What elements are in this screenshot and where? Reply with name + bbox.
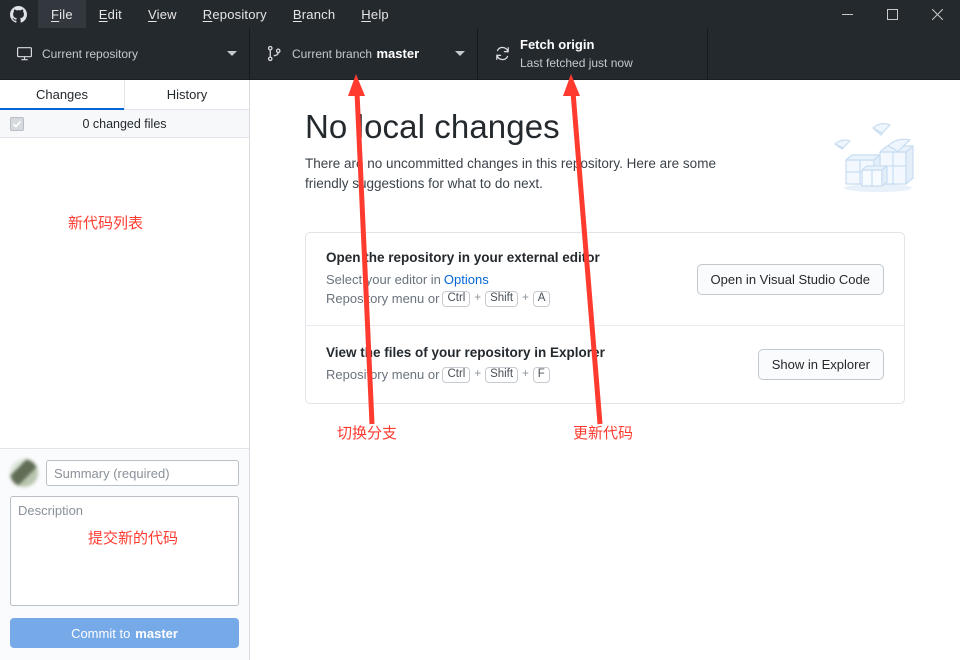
tab-history-label: History xyxy=(166,87,208,102)
commit-button[interactable]: Commit to master xyxy=(10,618,239,648)
page-subtitle: There are no uncommitted changes in this… xyxy=(305,156,716,191)
options-link[interactable]: Options xyxy=(444,270,489,289)
show-in-explorer-button[interactable]: Show in Explorer xyxy=(757,349,884,380)
suggestion-explorer-title: View the files of your repository in Exp… xyxy=(326,345,605,360)
key-plus: + xyxy=(522,368,529,380)
suggestion-explorer-text: View the files of your repository in Exp… xyxy=(326,345,758,384)
commit-button-prefix: Commit to xyxy=(71,625,131,641)
sidebar-tabs: Changes History xyxy=(0,80,249,110)
content-area: Changes History 0 changed files Summary … xyxy=(0,80,960,660)
window-controls xyxy=(825,0,960,28)
chevron-down-icon xyxy=(227,51,237,56)
key-plus: + xyxy=(522,292,529,304)
commit-description-input[interactable]: Description xyxy=(10,496,239,606)
suggestion-explorer-line2: Repository menu or Ctrl + Shift + F xyxy=(326,365,758,384)
key-f: F xyxy=(532,366,550,383)
current-branch-button[interactable]: Current branch master xyxy=(250,28,478,79)
commit-summary-row: Summary (required) xyxy=(10,459,239,487)
key-ctrl: Ctrl xyxy=(442,366,471,383)
commit-button-branch: master xyxy=(135,625,178,641)
key-plus: + xyxy=(474,368,482,380)
suggestion-editor-text: Open the repository in your external edi… xyxy=(326,250,697,308)
avatar xyxy=(10,459,38,487)
menu-item-repository[interactable]: Repository xyxy=(190,0,280,28)
suggestion-editor-title: Open the repository in your external edi… xyxy=(326,250,600,265)
menu-item-view[interactable]: View xyxy=(135,0,190,28)
github-octocat-icon xyxy=(0,0,36,28)
sync-refresh-icon xyxy=(490,45,514,62)
current-branch-label: Current branch xyxy=(292,46,373,61)
menu-item-file[interactable]: File xyxy=(38,0,86,28)
suggestion-explorer-line2-prefix: Repository menu or xyxy=(326,367,440,382)
key-plus: + xyxy=(474,292,482,304)
current-repository-label: Current repository xyxy=(42,46,139,61)
suggestion-editor-line2: Repository menu or Ctrl + Shift + A xyxy=(326,289,697,308)
page-title: No local changes xyxy=(305,108,560,145)
fetch-origin-label: Fetch origin xyxy=(520,36,595,52)
tab-history[interactable]: History xyxy=(124,80,249,109)
changed-files-header: 0 changed files xyxy=(0,110,249,138)
current-branch-value: master xyxy=(376,45,420,61)
select-all-checkbox[interactable] xyxy=(10,116,24,131)
suggestion-editor-line1: Select your editor in Options xyxy=(326,270,697,289)
suggestion-editor-line2-prefix: Repository menu or xyxy=(326,291,440,306)
maximize-icon[interactable] xyxy=(870,0,915,28)
suggestion-row-explorer: View the files of your repository in Exp… xyxy=(306,325,904,403)
menu-item-branch[interactable]: Branch xyxy=(280,0,348,28)
tab-changes[interactable]: Changes xyxy=(0,80,124,110)
menu-item-edit[interactable]: Edit xyxy=(86,0,135,28)
changed-files-list[interactable] xyxy=(0,138,249,448)
title-bar: File Edit View Repository Branch Help xyxy=(0,0,960,28)
desktop-repo-icon xyxy=(12,45,36,62)
menu-item-help[interactable]: Help xyxy=(348,0,402,28)
key-a: A xyxy=(532,290,551,307)
suggestion-editor-line1-prefix: Select your editor in xyxy=(326,272,441,287)
branch-icon xyxy=(262,45,286,62)
minimize-icon[interactable] xyxy=(825,0,870,28)
changed-files-count: 0 changed files xyxy=(82,116,167,131)
sidebar: Changes History 0 changed files Summary … xyxy=(0,80,250,660)
open-in-editor-button[interactable]: Open in Visual Studio Code xyxy=(696,263,884,295)
toolbar: Current repository Current branch master xyxy=(0,28,960,80)
key-ctrl: Ctrl xyxy=(442,290,471,307)
menu-bar: File Edit View Repository Branch Help xyxy=(36,0,402,28)
chevron-down-icon xyxy=(455,51,465,56)
suggestions-card: Open the repository in your external edi… xyxy=(305,232,905,404)
commit-summary-placeholder: Summary (required) xyxy=(54,465,170,481)
close-icon[interactable] xyxy=(915,0,960,28)
fetch-origin-status: Last fetched just now xyxy=(520,55,633,70)
commit-pane: Summary (required) Description Commit to… xyxy=(0,448,249,660)
key-shift: Shift xyxy=(485,366,519,383)
fetch-origin-button[interactable]: Fetch origin Last fetched just now xyxy=(478,28,708,79)
main-panel: No local changes There are no uncommitte… xyxy=(250,80,960,660)
suggestion-row-editor: Open the repository in your external edi… xyxy=(306,233,904,325)
commit-description-placeholder: Description xyxy=(18,503,84,518)
tab-changes-label: Changes xyxy=(35,87,89,102)
key-shift: Shift xyxy=(485,290,519,307)
commit-summary-input[interactable]: Summary (required) xyxy=(46,460,239,486)
current-repository-button[interactable]: Current repository xyxy=(0,28,250,79)
